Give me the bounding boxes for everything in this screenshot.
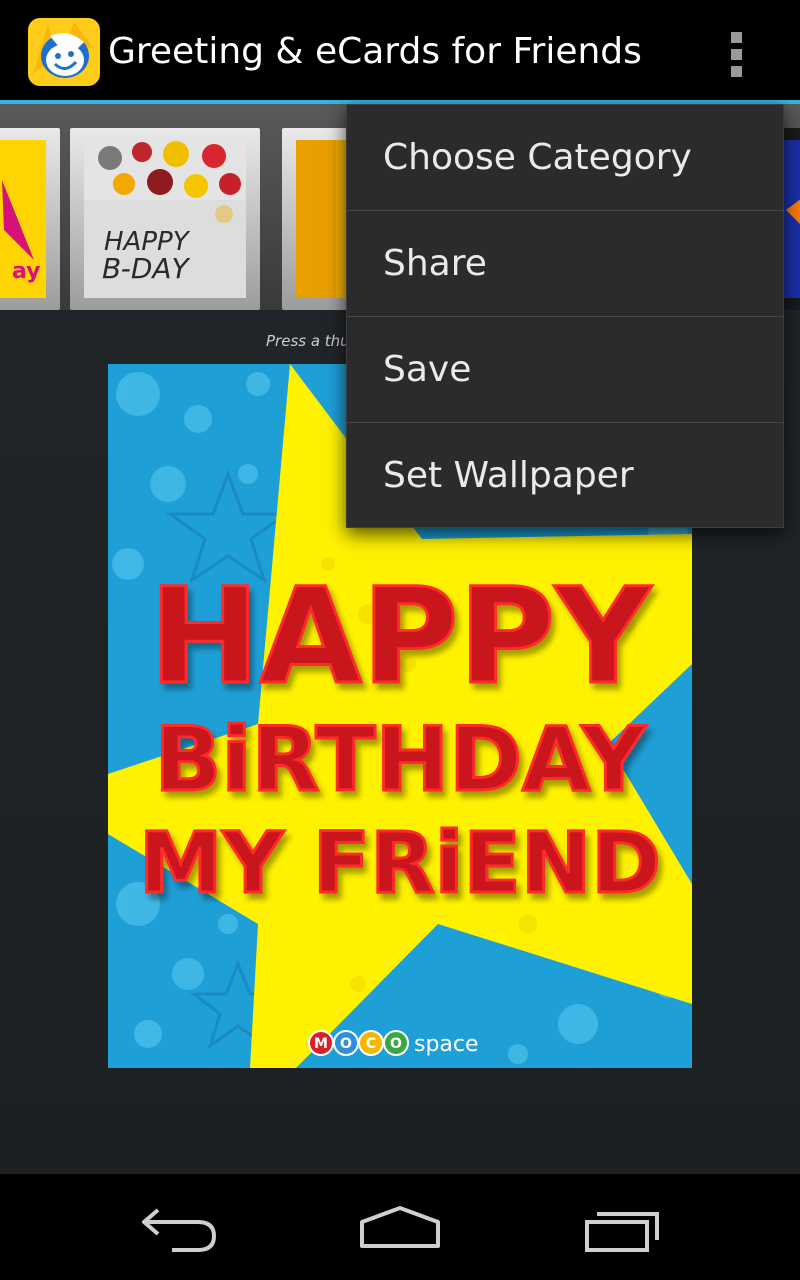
thumbnail-card[interactable]: ay: [0, 128, 60, 310]
brand-letter: O: [390, 1036, 402, 1052]
back-icon[interactable]: [128, 1196, 228, 1260]
menu-item-share[interactable]: Share: [347, 211, 783, 317]
card-line-2: BiRTHDAY: [154, 708, 646, 811]
app-root: Greeting & eCards for Friends ay HAPPY B…: [0, 0, 800, 1280]
menu-item-save[interactable]: Save: [347, 317, 783, 423]
brand-letter: C: [366, 1036, 376, 1052]
overflow-menu: Choose Category Share Save Set Wallpaper: [346, 104, 784, 528]
brand-letter: M: [314, 1036, 328, 1052]
thumb-text-bday: B-DAY: [102, 252, 191, 285]
navigation-bar: [0, 1174, 800, 1280]
thumbnail-happy-bday: HAPPY B-DAY: [84, 140, 246, 298]
menu-item-set-wallpaper[interactable]: Set Wallpaper: [347, 423, 783, 528]
menu-item-choose-category[interactable]: Choose Category: [347, 105, 783, 211]
overflow-dot: [731, 66, 742, 77]
card-line-1: HAPPY: [149, 560, 652, 714]
thumbnail-card[interactable]: HAPPY B-DAY: [70, 128, 260, 310]
home-icon[interactable]: [350, 1196, 450, 1260]
svg-text:ay: ay: [12, 259, 41, 284]
overflow-dot: [731, 32, 742, 43]
brand-suffix: space: [414, 1032, 479, 1057]
action-bar: Greeting & eCards for Friends: [0, 0, 800, 104]
overflow-menu-icon[interactable]: [716, 20, 760, 84]
moco-face-icon[interactable]: [28, 18, 100, 86]
brand-letter: O: [340, 1036, 352, 1052]
app-title: Greeting & eCards for Friends: [108, 31, 642, 72]
thumbnail-happy-birthday-partial: ay: [0, 140, 46, 298]
card-line-3: MY FRiEND: [139, 814, 661, 912]
recent-apps-icon[interactable]: [575, 1196, 675, 1260]
overflow-dot: [731, 49, 742, 60]
hint-text: Press a thu: [266, 332, 350, 350]
